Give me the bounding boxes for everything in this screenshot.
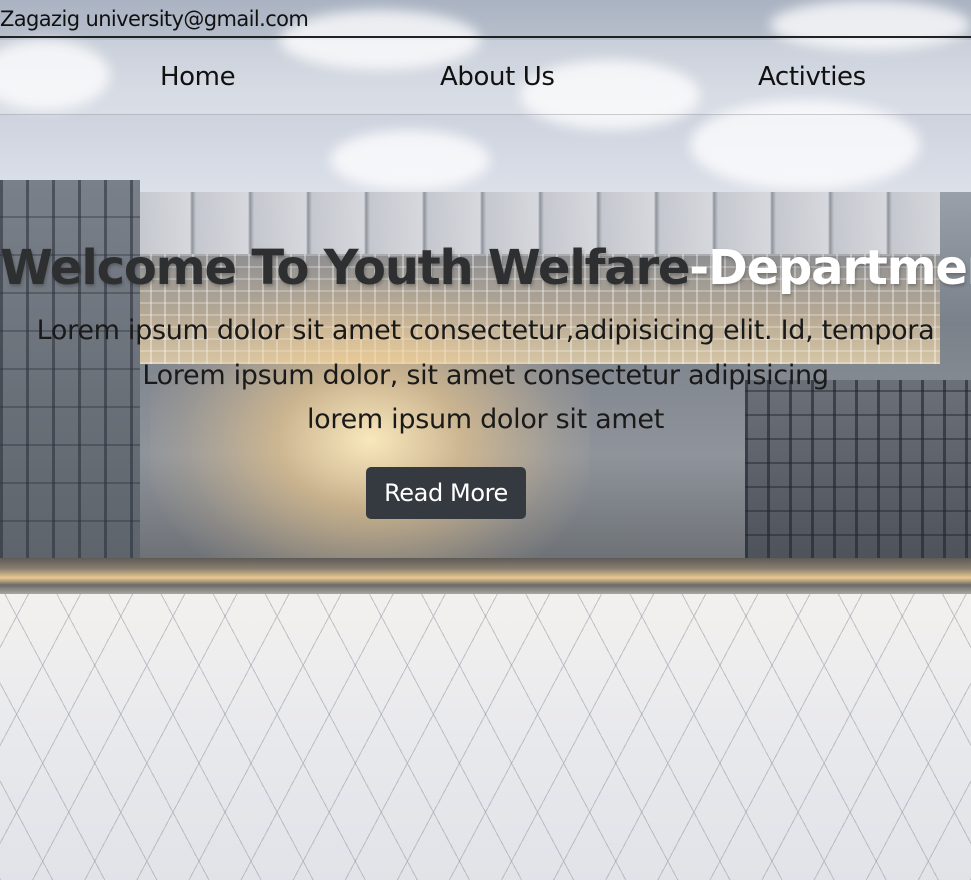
read-more-button[interactable]: Read More	[366, 467, 526, 519]
hero-title-highlight: -Department	[689, 240, 971, 296]
hero-text-line-3: lorem ipsum dolor sit amet	[306, 404, 665, 435]
hero-background-image	[0, 0, 971, 880]
top-bar: Zagazig university@gmail.com	[0, 0, 971, 38]
main-nav: Home About Us Activties	[0, 40, 971, 115]
hero-text-line-2: Lorem ipsum dolor, sit amet consectetur …	[142, 360, 829, 391]
hero-title: Welcome To Youth Welfare-Department	[0, 240, 971, 296]
hero-text-line-1: Lorem ipsum dolor sit amet consectetur,a…	[36, 315, 935, 346]
contact-email: Zagazig university@gmail.com	[0, 7, 309, 31]
hero-title-main: Welcome To Youth Welfare	[0, 240, 690, 296]
page: Zagazig university@gmail.com Home About …	[0, 0, 971, 880]
tiled-floor	[0, 594, 971, 880]
ledge	[0, 558, 971, 594]
nav-link-home[interactable]: Home	[160, 62, 236, 92]
nav-link-about-us[interactable]: About Us	[440, 62, 555, 92]
nav-link-activities[interactable]: Activties	[758, 62, 866, 92]
